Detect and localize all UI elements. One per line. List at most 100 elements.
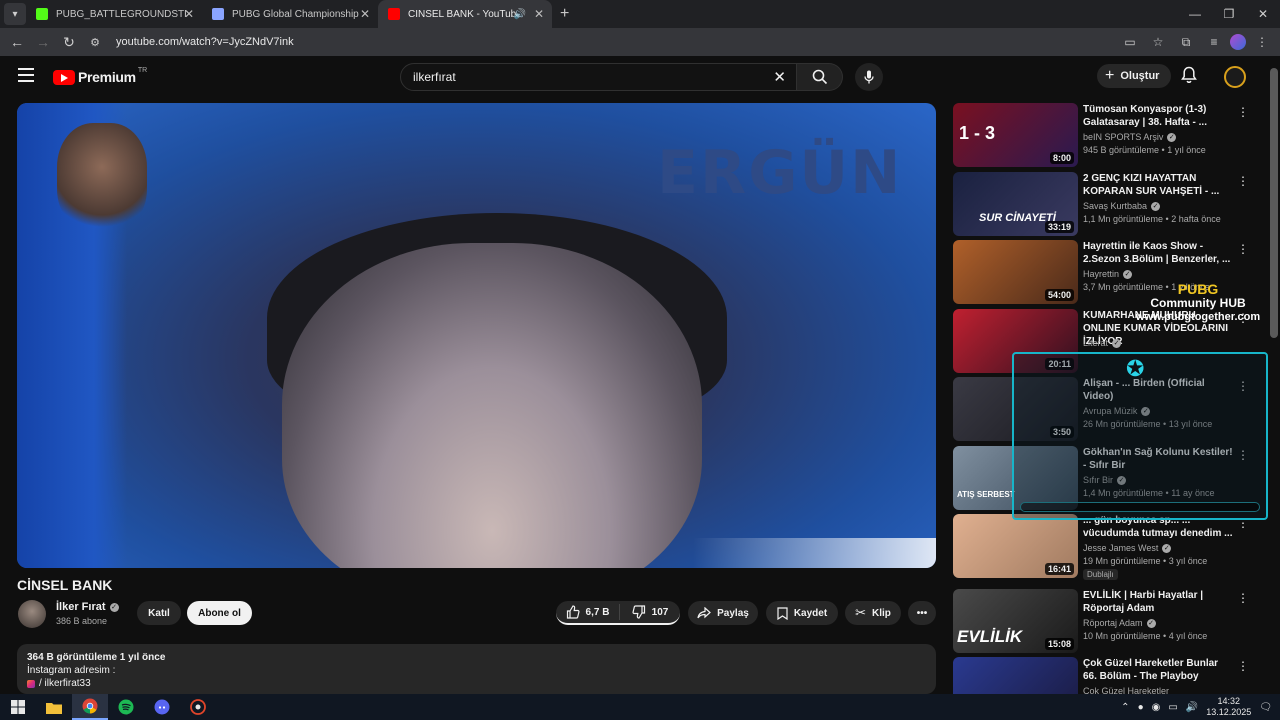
minimize-icon[interactable]: —	[1178, 7, 1212, 21]
save-button[interactable]: Kaydet	[766, 601, 838, 625]
video-player[interactable]: ERGÜN	[17, 103, 936, 568]
discord-taskbar-button[interactable]	[144, 694, 180, 720]
media-control-icon[interactable]: ≡	[1202, 35, 1226, 49]
reload-icon[interactable]: ↻	[56, 34, 82, 51]
notifications-center-icon[interactable]: 🗨	[1259, 702, 1272, 713]
browser-menu-icon[interactable]: ⋮	[1250, 35, 1274, 49]
browser-tab-strip: ▾ PUBG_BATTLEGROUNDSTR Str ✕ PUBG Global…	[0, 0, 1280, 28]
cast-icon[interactable]: ▭	[1118, 35, 1142, 49]
channel-name-link[interactable]: İlker Fırat ✓	[56, 601, 119, 613]
more-vertical-icon[interactable]: ⋮	[1237, 659, 1249, 673]
video-thumbnail[interactable]: EVLİLİK 15:08	[953, 589, 1078, 653]
youtube-logo[interactable]: Premium TR	[53, 67, 147, 85]
audio-playing-icon[interactable]: 🔊	[514, 9, 526, 20]
video-title: CİNSEL BANK	[17, 577, 113, 593]
more-horizontal-icon: •••	[916, 607, 928, 619]
description-box[interactable]: 364 B görüntüleme 1 yıl önce İnstagram a…	[17, 644, 936, 694]
video-thumbnail[interactable]	[953, 657, 1078, 694]
url-field[interactable]: youtube.com/watch?v=JycZNdV7ink	[116, 36, 294, 48]
back-icon[interactable]: ←	[4, 34, 30, 50]
address-bar-row: ← → ↻ ⚙ youtube.com/watch?v=JycZNdV7ink …	[0, 28, 1280, 56]
spotify-icon	[118, 699, 134, 715]
more-vertical-icon[interactable]: ⋮	[1237, 174, 1249, 188]
subscribe-button[interactable]: Abone ol	[187, 601, 252, 625]
view-count-date: 364 B görüntüleme 1 yıl önce	[27, 652, 166, 663]
like-button[interactable]: 6,7 B	[556, 604, 620, 620]
volume-icon[interactable]: 🔊	[1186, 702, 1198, 713]
dislike-button[interactable]: 107	[620, 605, 680, 619]
network-icon[interactable]: ▭	[1168, 702, 1177, 713]
microphone-icon	[864, 70, 874, 84]
list-item[interactable]: Çok Güzel Hareketler Bunlar 66. Bölüm - …	[953, 657, 1263, 694]
tab-youtube-active[interactable]: CİNSEL BANK - YouTube 🔊 ✕	[378, 0, 552, 28]
folder-icon	[46, 702, 62, 714]
overlay-slider[interactable]	[1020, 502, 1260, 512]
clock[interactable]: 14:32 13.12.2025	[1206, 696, 1251, 718]
share-button[interactable]: Paylaş	[688, 601, 758, 625]
notifications-button[interactable]	[1181, 66, 1197, 89]
app-taskbar-button[interactable]	[180, 694, 216, 720]
close-tab-icon[interactable]: ✕	[360, 7, 370, 21]
list-item[interactable]: SUR CİNAYETİ 33:19 2 GENÇ KIZI HAYATTAN …	[953, 172, 1263, 236]
instagram-link[interactable]: / ilkerfirat33	[27, 678, 926, 689]
more-actions-button[interactable]: •••	[908, 601, 936, 625]
video-thumbnail[interactable]: 16:41	[953, 514, 1078, 578]
restore-icon[interactable]: ❐	[1212, 7, 1246, 21]
site-settings-icon[interactable]: ⚙	[82, 36, 108, 49]
list-item[interactable]: EVLİLİK 15:08 EVLİLİK | Harbi Hayatlar |…	[953, 589, 1263, 653]
menu-icon[interactable]	[18, 68, 34, 82]
channel-avatar[interactable]	[18, 600, 46, 628]
close-tab-icon[interactable]: ✕	[184, 7, 194, 21]
video-thumbnail[interactable]: 54:00	[953, 240, 1078, 304]
steam-icon[interactable]: ◉	[1152, 702, 1161, 713]
verified-icon: ✓	[1151, 201, 1161, 211]
new-tab-button[interactable]: +	[560, 5, 569, 23]
tray-app-icon[interactable]: ●	[1138, 702, 1144, 713]
more-vertical-icon[interactable]: ⋮	[1237, 105, 1249, 119]
spotify-taskbar-button[interactable]	[108, 694, 144, 720]
show-hidden-icons-icon[interactable]: ⌃	[1121, 702, 1129, 713]
more-vertical-icon[interactable]: ⋮	[1237, 242, 1249, 256]
clip-button[interactable]: ✂ Klip	[845, 601, 901, 625]
star-badge-icon: ✪	[1126, 356, 1145, 381]
chrome-icon	[82, 698, 98, 714]
close-window-icon[interactable]: ✕	[1246, 7, 1280, 21]
join-button[interactable]: Katıl	[137, 601, 181, 625]
list-item[interactable]: 1 - 3 8:00 Tümosan Konyaspor (1-3) Galat…	[953, 103, 1263, 167]
account-avatar[interactable]	[1224, 66, 1246, 88]
bookmark-star-icon[interactable]: ☆	[1146, 35, 1170, 49]
floating-overlay-window[interactable]: ✪	[1012, 352, 1268, 520]
webcam-overlay-image	[57, 123, 147, 233]
voice-search-button[interactable]	[855, 63, 883, 91]
bell-icon	[1181, 66, 1197, 83]
tab-search-button[interactable]: ▾	[4, 3, 26, 25]
more-vertical-icon[interactable]: ⋮	[1237, 591, 1249, 605]
tab-pubg-championship[interactable]: PUBG Global Championship 20 ✕	[202, 0, 378, 28]
plus-icon: +	[1105, 67, 1115, 84]
forward-icon[interactable]: →	[30, 34, 56, 50]
share-icon	[697, 607, 712, 619]
search-input[interactable]: ilkerfırat ✕	[400, 63, 797, 91]
clear-search-icon[interactable]: ✕	[773, 68, 786, 86]
browser-profile-avatar[interactable]	[1230, 34, 1246, 50]
chrome-taskbar-button[interactable]	[72, 694, 108, 720]
search-button[interactable]	[797, 63, 843, 91]
page-scrollbar[interactable]	[1270, 68, 1278, 338]
windows-start-button[interactable]	[0, 694, 36, 720]
video-subject-face	[282, 243, 702, 568]
description-line: İnstagram adresim :	[27, 665, 116, 676]
video-thumbnail[interactable]: 1 - 3 8:00	[953, 103, 1078, 167]
scissors-icon: ✂	[855, 605, 866, 620]
thumbs-up-icon	[566, 605, 580, 619]
thumbs-down-icon	[632, 605, 645, 619]
file-explorer-button[interactable]	[36, 694, 72, 720]
close-tab-icon[interactable]: ✕	[534, 7, 544, 21]
verified-icon: ✓	[1146, 618, 1156, 628]
extensions-icon[interactable]: ⧉	[1174, 35, 1198, 50]
wall-sign: ERGÜN	[657, 138, 903, 208]
bookmark-icon	[777, 606, 788, 620]
tab-pubg-stream[interactable]: PUBG_BATTLEGROUNDSTR Str ✕	[26, 0, 202, 28]
create-button[interactable]: + Oluştur	[1097, 64, 1172, 88]
list-item[interactable]: 16:41 ... gün boyunca sp... ... vücudumd…	[953, 514, 1263, 580]
video-thumbnail[interactable]: SUR CİNAYETİ 33:19	[953, 172, 1078, 236]
